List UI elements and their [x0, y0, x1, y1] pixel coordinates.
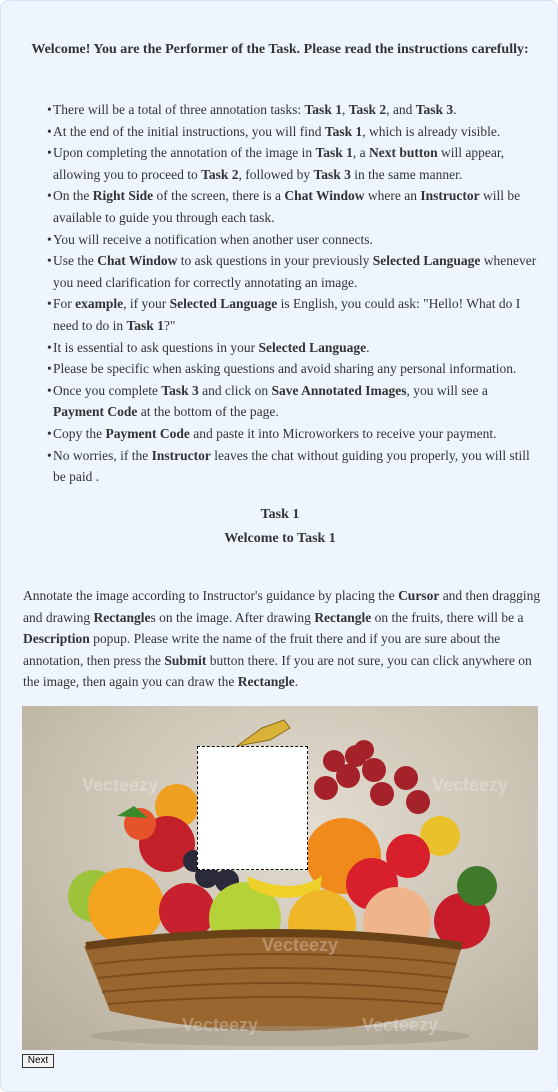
plain-text: Please be specific when asking questions…	[53, 361, 517, 377]
emphasis-text: Instructor	[151, 447, 211, 463]
instruction-item: There will be a total of three annotatio…	[47, 99, 541, 121]
annotation-canvas[interactable]: Vecteezy Vecteezy Vecteezy Vecteezy Vect…	[22, 706, 538, 1050]
emphasis-text: Task 3	[161, 382, 199, 398]
emphasis-text: Save Annotated Images	[271, 382, 407, 398]
watermark-text: Vecteezy	[182, 1015, 258, 1035]
instruction-item: Upon completing the annotation of the im…	[47, 142, 541, 185]
plain-text: , and	[386, 102, 416, 117]
plain-text: Copy the	[53, 425, 106, 441]
plain-text: , you will see a	[406, 382, 488, 398]
instruction-item: For example, if your Selected Language i…	[47, 293, 541, 336]
emphasis-text: Task 1	[304, 102, 342, 117]
task-panel: Welcome! You are the Performer of the Ta…	[0, 0, 558, 1092]
plain-text: .	[453, 102, 457, 117]
emphasis-text: Selected Language	[169, 296, 278, 312]
emphasis-text: Submit	[164, 652, 207, 668]
plain-text: Once you complete	[53, 382, 162, 398]
instruction-item: Once you complete Task 3 and click on Sa…	[47, 380, 541, 423]
plain-text: , which is already visible.	[362, 123, 501, 139]
plain-text: to ask questions in your previously	[177, 253, 373, 269]
plain-text: of the screen, there is a	[153, 188, 285, 204]
plain-text: on the fruits, there will be a	[371, 609, 524, 625]
plain-text: It is essential to ask questions in your	[53, 339, 259, 355]
instruction-item: Copy the Payment Code and paste it into …	[47, 423, 541, 445]
plain-text: and paste it into Microworkers to receiv…	[189, 425, 497, 441]
instruction-item: No worries, if the Instructor leaves the…	[47, 445, 541, 488]
plain-text: ,	[341, 102, 349, 117]
emphasis-text: Task 3	[415, 102, 454, 117]
emphasis-text: Task 1	[126, 317, 164, 333]
emphasis-text: Task 1	[315, 145, 353, 161]
emphasis-text: Rectangle	[93, 609, 151, 625]
emphasis-text: Cursor	[398, 588, 440, 603]
plain-text: There will be a total of three annotatio…	[53, 102, 305, 117]
next-button[interactable]: Next	[22, 1054, 54, 1068]
emphasis-text: Rectangle	[237, 674, 295, 690]
plain-text: in the same manner.	[350, 166, 463, 182]
emphasis-text: Payment Code	[53, 404, 138, 420]
plain-text: Upon completing the annotation of the im…	[53, 145, 316, 161]
instruction-item: At the end of the initial instructions, …	[47, 121, 541, 143]
plain-text: .	[366, 339, 370, 355]
instruction-item: It is essential to ask questions in your…	[47, 337, 541, 359]
emphasis-text: Description	[23, 631, 90, 647]
plain-text: and click on	[198, 382, 272, 398]
plain-text: at the bottom of the page.	[137, 404, 279, 420]
emphasis-text: Payment Code	[105, 425, 190, 441]
instruction-item: You will receive a notification when ano…	[47, 229, 541, 251]
welcome-heading: Welcome! You are the Performer of the Ta…	[31, 42, 529, 57]
emphasis-text: Chat Window	[284, 188, 365, 204]
emphasis-text: Selected Language	[258, 339, 367, 355]
emphasis-text: Next button	[368, 145, 438, 161]
watermark-text: Vecteezy	[82, 775, 158, 795]
plain-text: , a	[352, 145, 369, 161]
emphasis-text: Rectangle	[314, 609, 372, 625]
instruction-item: Please be specific when asking questions…	[47, 358, 541, 380]
emphasis-text: Task 2	[348, 102, 387, 117]
instructions-list: There will be a total of three annotatio…	[47, 99, 541, 488]
emphasis-text: Chat Window	[97, 253, 178, 269]
plain-text: ?"	[163, 317, 176, 333]
watermark-text: Vecteezy	[432, 775, 508, 795]
emphasis-text: Instructor	[420, 188, 480, 204]
plain-text: where an	[364, 188, 421, 204]
emphasis-text: Task 1	[324, 123, 363, 139]
emphasis-text: example	[75, 296, 124, 312]
plain-text: At the end of the initial instructions, …	[53, 123, 325, 139]
plain-text: .	[294, 674, 299, 690]
plain-text: Annotate the image according to Instruct…	[23, 588, 399, 603]
emphasis-text: Selected Language	[372, 253, 481, 269]
task-title: Welcome to Task 1	[224, 531, 336, 546]
emphasis-text: Task 3	[313, 166, 351, 182]
instruction-item: On the Right Side of the screen, there i…	[47, 185, 541, 228]
plain-text: You will receive a notification when ano…	[53, 231, 373, 247]
emphasis-text: Task 2	[201, 166, 239, 182]
plain-text: , followed by	[238, 166, 314, 182]
plain-text: For	[53, 296, 76, 312]
plain-text: Use the	[53, 253, 98, 269]
plain-text: On the	[53, 188, 93, 204]
emphasis-text: Right Side	[92, 188, 154, 204]
task-header: Task 1 Welcome to Task 1	[23, 503, 537, 551]
plain-text: s on the image. After drawing	[150, 609, 315, 625]
watermark-text: Vecteezy	[362, 1015, 438, 1035]
plain-text: No worries, if the	[53, 447, 152, 463]
drawn-rectangle[interactable]	[197, 746, 308, 870]
task-description: Annotate the image according to Instruct…	[23, 585, 543, 693]
plain-text: , if your	[123, 296, 170, 312]
task-number: Task 1	[260, 507, 300, 522]
watermark-text: Vecteezy	[262, 935, 338, 955]
instruction-item: Use the Chat Window to ask questions in …	[47, 250, 541, 293]
